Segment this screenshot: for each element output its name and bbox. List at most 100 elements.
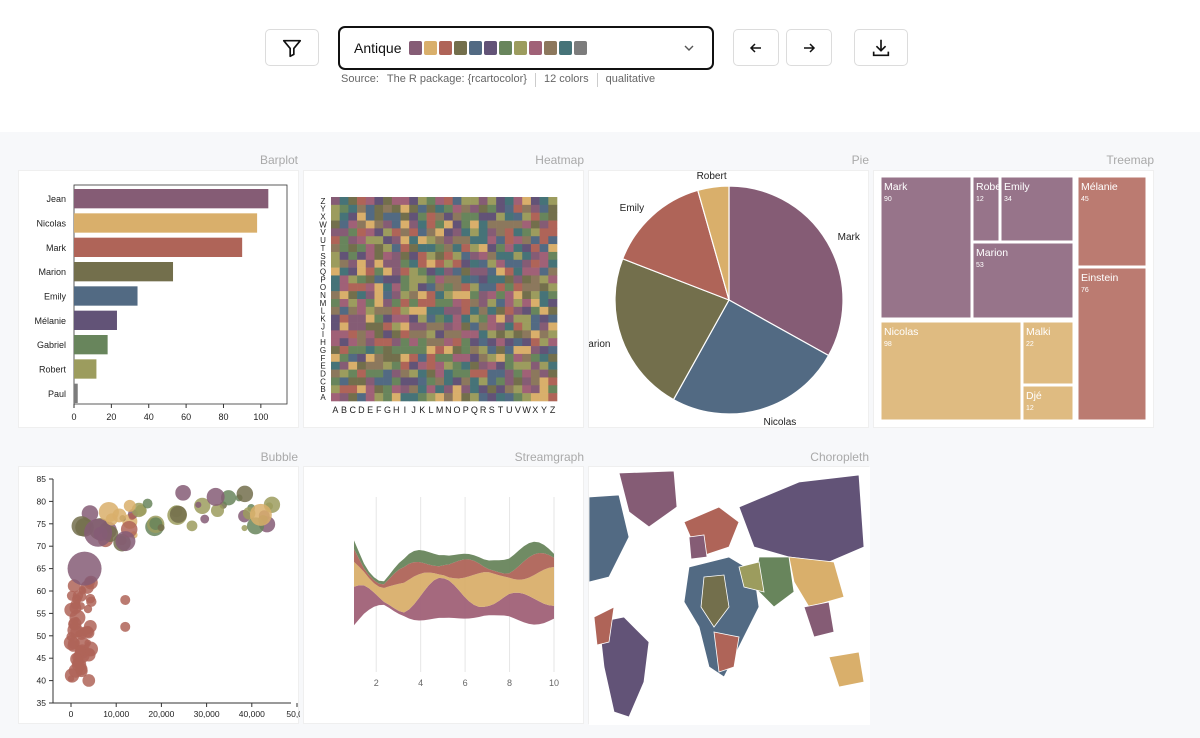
heatmap-cell <box>487 330 497 339</box>
heatmap-cell <box>487 259 497 268</box>
heatmap-cell <box>357 353 367 363</box>
heatmap-cell <box>530 236 540 245</box>
pie-card[interactable]: Mark Nicolas Marion Emily Robert <box>588 170 869 428</box>
treemap-value: 45 <box>1081 196 1089 203</box>
heatmap-cell <box>391 251 401 261</box>
heatmap-cell <box>513 299 523 308</box>
heatmap-cell <box>496 251 506 261</box>
x-tick-label: W <box>522 405 531 415</box>
heatmap-cell <box>400 393 410 402</box>
heatmap-cell <box>539 369 549 378</box>
heatmap-cell <box>400 291 410 300</box>
heatmap-cell <box>470 353 480 363</box>
heatmap-card[interactable]: ABCDEFGHIJKLMNOPQRSTUVWXYZABCDEFGHIJKLMN… <box>303 170 584 428</box>
bubble-point <box>67 622 83 638</box>
y-tick-label: B <box>320 385 325 394</box>
heatmap-cell <box>513 353 523 363</box>
heatmap-cell <box>391 283 401 292</box>
heatmap-cell <box>513 204 523 213</box>
next-palette-button[interactable] <box>786 29 832 66</box>
heatmap-cell <box>331 377 340 386</box>
bubble-point <box>142 498 153 509</box>
heatmap-cell <box>444 291 453 300</box>
x-tick-label: S <box>489 405 495 415</box>
streamgraph-card[interactable]: 2 4 6 8 10 <box>303 466 584 724</box>
heatmap-cell <box>539 220 549 229</box>
heatmap-cell <box>374 314 384 323</box>
barplot-card[interactable]: Jean Nicolas Mark Marion Emily Mélanie Gabriel… <box>18 170 299 428</box>
heatmap-cell <box>331 346 340 355</box>
heatmap-cell <box>339 283 349 292</box>
heatmap-cell <box>435 369 445 378</box>
treemap-card[interactable]: Mark 90 Robert 12 Emily 34 Marion 53 Nicolas 98 Ma… <box>873 170 1154 428</box>
heatmap-cell <box>435 259 445 268</box>
heatmap-cell <box>548 314 558 323</box>
heatmap-cell <box>487 283 497 292</box>
heatmap-cell <box>374 299 384 308</box>
heatmap-cell <box>409 306 419 315</box>
heatmap-cell <box>504 369 514 378</box>
heatmap-cell <box>435 338 445 347</box>
y-tick-label: 65 <box>37 564 47 574</box>
heatmap-cell <box>504 385 514 394</box>
heatmap-cell <box>504 393 514 402</box>
heatmap-cell <box>548 267 558 276</box>
heatmap-cell <box>444 314 453 323</box>
heatmap-cell <box>470 251 480 261</box>
heatmap-cell <box>522 393 532 402</box>
heatmap-cell <box>365 228 375 237</box>
heatmap-cell <box>522 353 532 363</box>
heatmap-cell <box>400 212 410 221</box>
heatmap-cell <box>452 353 462 363</box>
heatmap-cell <box>348 220 358 229</box>
heatmap-cell <box>331 291 340 300</box>
heatmap-cell <box>383 259 393 268</box>
choropleth-card[interactable] <box>588 466 870 725</box>
heatmap-cell <box>513 228 523 237</box>
palette-select[interactable]: Antique <box>338 26 714 70</box>
palette-swatch <box>574 41 588 55</box>
download-button[interactable] <box>854 29 908 66</box>
x-tick-label: M <box>436 405 444 415</box>
heatmap-cell <box>417 338 427 347</box>
heatmap-cell <box>426 361 436 370</box>
heatmap-cell <box>400 220 410 229</box>
heatmap-cell <box>444 275 453 284</box>
streamgraph-chart: 2 4 6 8 10 <box>354 497 559 688</box>
heatmap-cell <box>496 377 506 386</box>
heatmap-cell <box>435 322 445 331</box>
heatmap-cell <box>348 204 358 213</box>
source-label: Source: <box>341 73 379 85</box>
heatmap-cell <box>452 251 462 261</box>
heatmap-cell <box>339 377 349 386</box>
bar-label: Mark <box>46 243 66 253</box>
heatmap-cell <box>539 291 549 300</box>
heatmap-cell <box>513 393 523 402</box>
heatmap-cell <box>374 283 384 292</box>
source-link[interactable]: The R package: {rcartocolor} <box>387 73 527 87</box>
heatmap-cell <box>365 299 375 308</box>
heatmap-cell <box>513 361 523 370</box>
heatmap-cell <box>400 259 410 268</box>
heatmap-cell <box>426 228 436 237</box>
heatmap-cell <box>357 236 367 245</box>
heatmap-cell <box>383 393 393 402</box>
heatmap-cell <box>374 393 384 402</box>
heatmap-cell <box>513 244 523 253</box>
x-tick-label: T <box>498 405 504 415</box>
heatmap-cell <box>452 377 462 386</box>
heatmap-cell <box>461 306 471 315</box>
heatmap-cell <box>478 259 488 268</box>
heatmap-cell <box>339 259 349 268</box>
heatmap-cell <box>357 377 367 386</box>
x-tick-label: 60 <box>181 412 191 422</box>
heatmap-cell <box>504 244 514 253</box>
x-tick-label: X <box>532 405 538 415</box>
heatmap-cell <box>461 291 471 300</box>
previous-palette-button[interactable] <box>733 29 779 66</box>
heatmap-cell <box>470 330 480 339</box>
heatmap-cell <box>435 361 445 370</box>
bubble-card[interactable]: 35 40 45 50 55 60 65 70 75 80 85 0 10,000 20,000 30,00… <box>18 466 300 724</box>
filter-button[interactable] <box>265 29 319 66</box>
heatmap-cell <box>496 314 506 323</box>
